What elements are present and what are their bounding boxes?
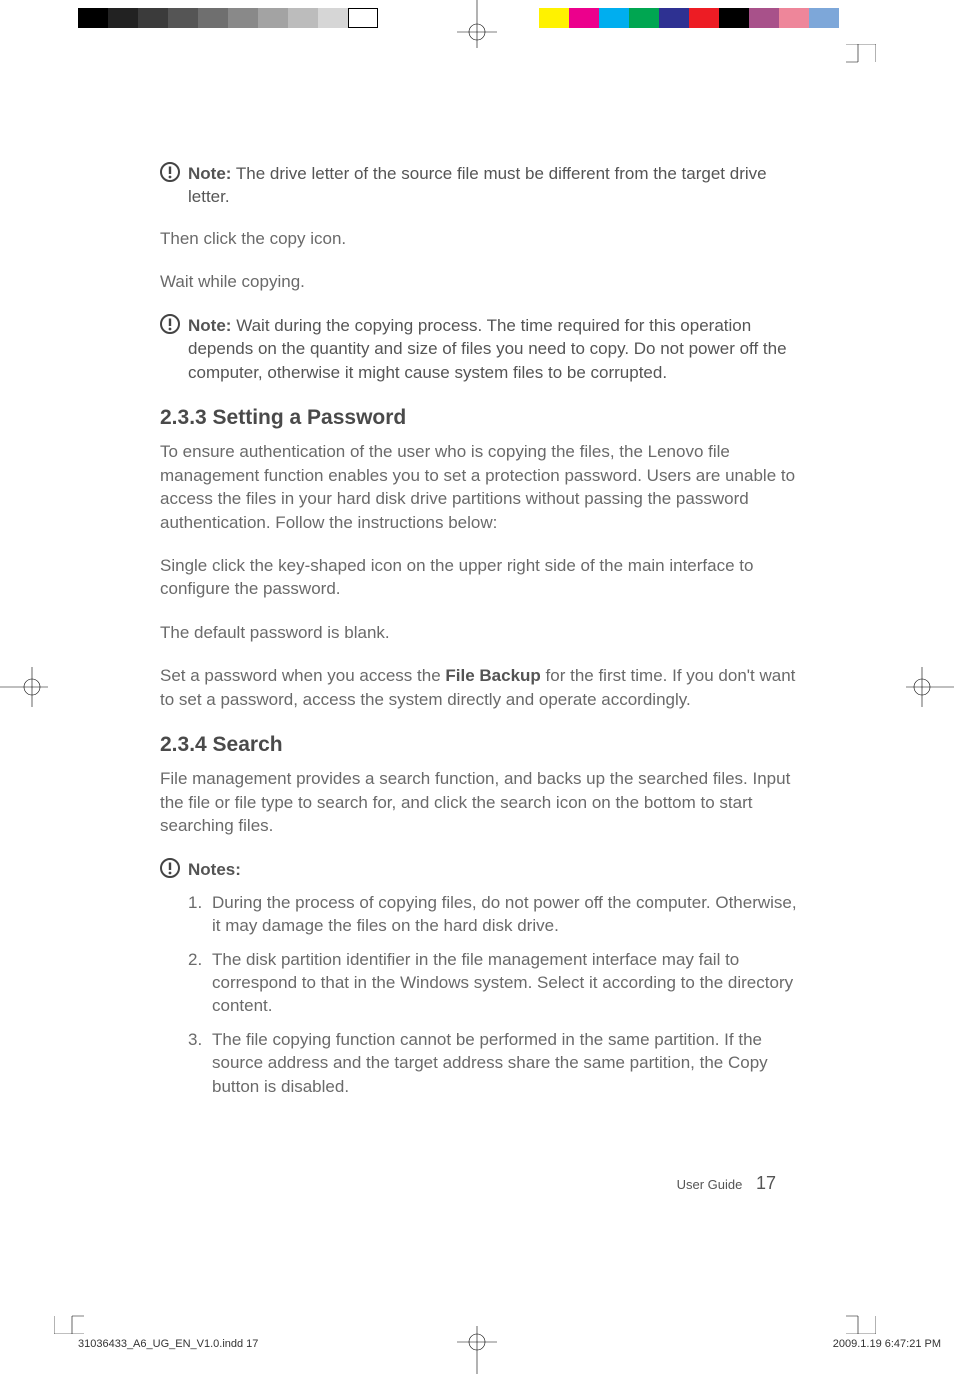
note-body: The drive letter of the source file must… [188, 164, 767, 206]
section-heading: 2.3.3 Setting a Password [160, 406, 800, 430]
content-column: Note: The drive letter of the source fil… [160, 162, 800, 1108]
list-item: 3.The file copying function cannot be pe… [188, 1028, 800, 1098]
body-text: Single click the key-shaped icon on the … [160, 554, 800, 601]
alert-icon [160, 162, 188, 209]
page-canvas: Note: The drive letter of the source fil… [80, 62, 876, 1312]
list-text: During the process of copying files, do … [212, 891, 800, 938]
body-text: File management provides a search functi… [160, 767, 800, 837]
bold-term: File Backup [445, 666, 540, 685]
footer-label: User Guide [677, 1177, 743, 1192]
registration-mark-icon [906, 667, 954, 707]
alert-icon [160, 314, 188, 384]
alert-icon [160, 858, 188, 883]
note-label: Note: [188, 164, 231, 183]
note-body: Wait during the copying process. The tim… [188, 316, 787, 382]
body-text: To ensure authentication of the user who… [160, 440, 800, 534]
note-text: Note: The drive letter of the source fil… [188, 162, 800, 209]
print-slug-left: 31036433_A6_UG_EN_V1.0.indd 17 [78, 1338, 258, 1350]
registration-mark-icon [457, 1326, 497, 1374]
note-block: Note: Wait during the copying process. T… [160, 314, 800, 384]
list-item: 1.During the process of copying files, d… [188, 891, 800, 938]
page-number: 17 [756, 1173, 776, 1193]
note-block: Note: The drive letter of the source fil… [160, 162, 800, 209]
list-item: 2.The disk partition identifier in the f… [188, 948, 800, 1018]
list-text: The file copying function cannot be perf… [212, 1028, 800, 1098]
body-text: Then click the copy icon. [160, 227, 800, 250]
notes-label: Notes: [188, 860, 241, 879]
section-heading: 2.3.4 Search [160, 733, 800, 757]
note-text: Note: Wait during the copying process. T… [188, 314, 800, 384]
list-num: 2. [188, 948, 212, 1018]
page-footer: User Guide 17 [677, 1173, 776, 1194]
body-text: Wait while copying. [160, 270, 800, 293]
list-num: 1. [188, 891, 212, 938]
notes-list: 1.During the process of copying files, d… [188, 891, 800, 1099]
body-text: Set a password when you access the File … [160, 664, 800, 711]
note-label: Note: [188, 316, 231, 335]
notes-label-text: Notes: [188, 858, 800, 883]
notes-block: Notes: [160, 858, 800, 883]
print-slug-right: 2009.1.19 6:47:21 PM [833, 1338, 941, 1350]
registration-mark-icon [457, 0, 497, 48]
list-text: The disk partition identifier in the fil… [212, 948, 800, 1018]
body-text: The default password is blank. [160, 621, 800, 644]
registration-mark-icon [0, 667, 48, 707]
list-num: 3. [188, 1028, 212, 1098]
